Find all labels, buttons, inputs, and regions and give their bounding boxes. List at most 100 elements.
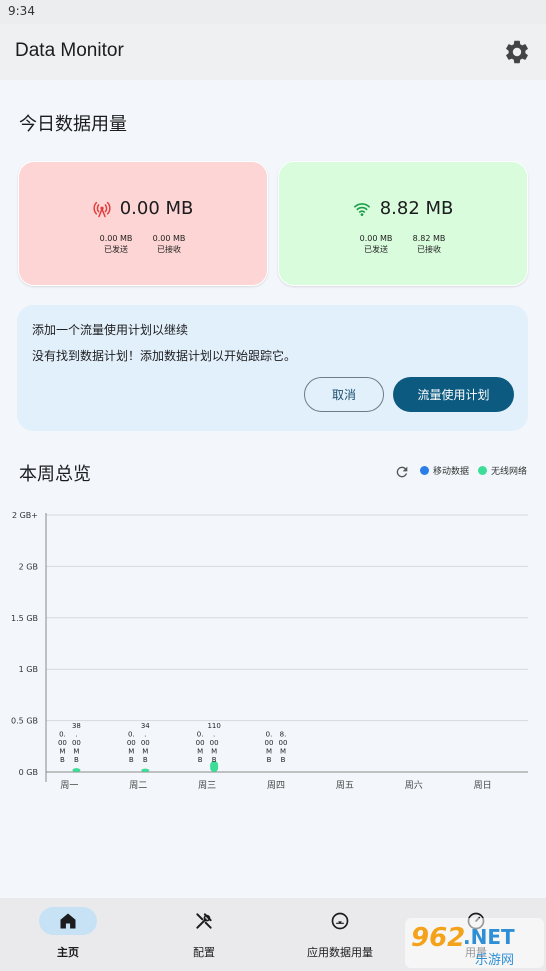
watermark-sub: 乐游网 [475, 953, 514, 968]
status-time: 9:34 [8, 4, 35, 18]
y-tick-label: 2 GB [19, 562, 38, 571]
x-tick-label: 周四 [267, 780, 285, 791]
mobile-received-label: 已接收 [157, 245, 181, 254]
wifi-total: 8.82 MB [379, 198, 454, 219]
bar-data-label: 00 [210, 739, 219, 747]
y-tick-label: 1 GB [19, 665, 38, 674]
bar-data-label: 8. [280, 731, 287, 739]
bar-data-label: 0. [266, 731, 273, 739]
weekly-chart: 0 GB0.5 GB1 GB1.5 GB2 GB2 GB+周一0.00MB38.… [11, 511, 528, 791]
x-tick-label: 周三 [198, 780, 216, 791]
bar-data-label: M [59, 748, 65, 756]
legend-wifi: 无线网络 [478, 466, 527, 478]
nav-item-home[interactable]: 主页 [12, 898, 124, 971]
legend-wifi-dot [478, 466, 487, 475]
settings-button[interactable] [503, 38, 531, 66]
x-tick-label: 周一 [60, 780, 78, 791]
bar-data-label: M [211, 748, 217, 756]
bar-data-label: M [142, 748, 148, 756]
mobile-usage-card[interactable]: 0.00 MB 0.00 MB 已发送 0.00 MB 已接收 [18, 161, 268, 286]
bar-data-label: 34 [141, 722, 150, 730]
home-icon [60, 913, 76, 929]
legend-wifi-label: 无线网络 [491, 467, 528, 477]
bar-data-label: M [73, 748, 79, 756]
bar-data-label: 00 [141, 739, 150, 747]
wifi-sent-value: 0.00 MB [359, 234, 393, 243]
mobile-received-value: 0.00 MB [152, 234, 186, 243]
bar-data-label: B [143, 756, 148, 764]
refresh-button[interactable] [394, 464, 410, 480]
mobile-total: 0.00 MB [119, 198, 194, 219]
nav-item-app-usage[interactable]: 应用数据用量 [284, 898, 396, 971]
app-bar: Data Monitor [0, 24, 546, 80]
bar-data-label: B [281, 756, 286, 764]
gear-icon [506, 40, 528, 64]
cancel-button[interactable]: 取消 [304, 377, 384, 412]
watermark-net: .NET [463, 925, 515, 949]
wifi-icon [353, 202, 370, 216]
bar-data-label: 0. [59, 731, 66, 739]
bar [141, 768, 150, 772]
legend-mobile-label: 移动数据 [433, 467, 470, 477]
x-tick-label: 周二 [129, 780, 147, 791]
status-bar: 9:34 [0, 0, 546, 24]
wifi-received-value: 8.82 MB [412, 234, 446, 243]
nav-label-app-usage: 应用数据用量 [307, 946, 373, 959]
cell-tower-icon [93, 201, 111, 217]
app-title: Data Monitor [15, 40, 124, 61]
mobile-sent-value: 0.00 MB [99, 234, 133, 243]
y-tick-label: 0.5 GB [11, 717, 38, 726]
wifi-received: 8.82 MB 已接收 [403, 233, 455, 255]
y-tick-label: 0 GB [19, 768, 38, 777]
bar-data-label: B [198, 756, 203, 764]
bar-data-label: . [213, 731, 215, 739]
watermark-main: 962 [411, 923, 465, 953]
data-plan-button[interactable]: 流量使用计划 [393, 377, 514, 412]
bar-data-label: . [75, 731, 77, 739]
site-watermark-logo: 962 .NET 乐游网 [405, 918, 544, 968]
bar-data-label: 00 [265, 739, 274, 747]
app-usage-icon [331, 912, 349, 930]
x-tick-label: 周日 [474, 780, 492, 791]
y-tick-label: 2 GB+ [12, 511, 38, 520]
bar-data-label: M [280, 748, 286, 756]
bar-data-label: B [60, 756, 65, 764]
nav-label-config: 配置 [193, 946, 215, 959]
mobile-sent: 0.00 MB 已发送 [90, 233, 142, 255]
bar-data-label: 0. [128, 731, 135, 739]
wifi-sent: 0.00 MB 已发送 [350, 233, 402, 255]
wifi-usage-card[interactable]: 8.82 MB 0.00 MB 已发送 8.82 MB 已接收 [278, 161, 528, 286]
bar-data-label: B [129, 756, 134, 764]
bar-data-label: 00 [72, 739, 81, 747]
refresh-icon [396, 466, 408, 478]
bar-data-label: 0. [197, 731, 204, 739]
nav-item-config[interactable]: 配置 [148, 898, 260, 971]
bar-data-label: B [267, 756, 272, 764]
bar-data-label: 00 [196, 739, 205, 747]
bar [72, 768, 81, 772]
x-tick-label: 周六 [405, 779, 423, 791]
plan-prompt-title: 添加一个流量使用计划以继续 [32, 323, 189, 337]
legend-mobile: 移动数据 [420, 466, 469, 478]
nav-label-home: 主页 [57, 946, 79, 959]
bar-data-label: B [212, 756, 217, 764]
bar-data-label: 00 [279, 739, 288, 747]
legend-mobile-dot [420, 466, 429, 475]
bar-data-label: . [144, 731, 146, 739]
mobile-sent-label: 已发送 [104, 245, 128, 254]
today-section-title: 今日数据用量 [19, 114, 127, 135]
weekly-section-title: 本周总览 [19, 464, 91, 485]
plan-prompt-card: 添加一个流量使用计划以继续 没有找到数据计划！添加数据计划以开始跟踪它。 取消 … [17, 305, 528, 431]
x-tick-label: 周五 [336, 780, 354, 791]
bar-data-label: 38 [72, 722, 81, 730]
bar-data-label: B [74, 756, 79, 764]
mobile-received: 0.00 MB 已接收 [143, 233, 195, 255]
bar-data-label: 00 [127, 739, 136, 747]
bar-data-label: M [128, 748, 134, 756]
bar-data-label: 110 [207, 722, 220, 730]
bar-data-label: 00 [58, 739, 67, 747]
wifi-sent-label: 已发送 [364, 245, 388, 254]
bar-data-label: M [266, 748, 272, 756]
tools-icon [196, 913, 212, 929]
wifi-received-label: 已接收 [417, 245, 441, 254]
